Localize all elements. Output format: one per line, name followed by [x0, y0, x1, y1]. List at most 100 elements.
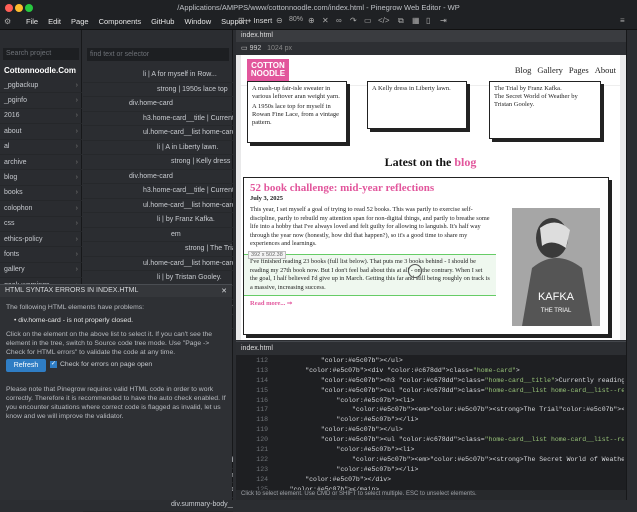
post-excerpt-2[interactable]: I've finished reading 23 books (full lis…: [244, 254, 496, 296]
tree-find-input[interactable]: find text or selector: [87, 48, 229, 61]
chevron-right-icon[interactable]: ›: [76, 236, 78, 243]
check-on-open[interactable]: ✓ Check for errors on page open: [50, 361, 152, 368]
zoom-level[interactable]: 80%: [289, 16, 303, 23]
grid-icon[interactable]: ⊞: [238, 16, 245, 25]
code-line[interactable]: "color:#e5c07b"><div "color:#c678dd">cla…: [274, 366, 624, 376]
nav-gallery[interactable]: Gallery: [537, 65, 563, 75]
chevron-right-icon[interactable]: ›: [76, 189, 78, 196]
code-editor[interactable]: index.html 11211311411511611711811912012…: [236, 341, 626, 490]
chevron-right-icon[interactable]: ›: [76, 112, 78, 119]
file-row[interactable]: about›: [0, 124, 82, 139]
code-icon[interactable]: </>: [378, 16, 390, 25]
nav-pages[interactable]: Pages: [569, 65, 589, 75]
chevron-right-icon[interactable]: ›: [76, 159, 78, 166]
tree-node[interactable]: div.home-card: [83, 170, 233, 185]
post-title[interactable]: 52 book challenge: mid-year reflections: [244, 178, 608, 194]
file-row[interactable]: colophon›: [0, 201, 82, 216]
code-line[interactable]: "color:#e5c07b"></ul>: [274, 356, 624, 366]
tree-node[interactable]: ul.home-card__list home-card_: [83, 126, 233, 141]
preview-icon[interactable]: ▭: [364, 16, 372, 25]
menu-components[interactable]: Components: [99, 17, 142, 26]
tree-node[interactable]: li | A for myself in Row...: [83, 68, 233, 83]
chevron-right-icon[interactable]: ›: [76, 174, 78, 181]
error-item[interactable]: • div.home-card - is not properly closed…: [0, 316, 232, 325]
file-row[interactable]: css›: [0, 217, 82, 232]
menu-file[interactable]: File: [26, 17, 38, 26]
file-row[interactable]: _pginfo›: [0, 93, 82, 108]
chevron-right-icon[interactable]: ›: [76, 266, 78, 273]
link-icon[interactable]: ∞: [336, 16, 342, 25]
file-row[interactable]: _pgbackup›: [0, 78, 82, 93]
chevron-right-icon[interactable]: ›: [76, 82, 78, 89]
file-row[interactable]: ethics-policy›: [0, 232, 82, 247]
code-line[interactable]: "color:#e5c07b"><em>"color:#e5c07b"><str…: [274, 455, 624, 465]
project-name[interactable]: Cottonnoodle.Com: [4, 66, 76, 75]
tree-node[interactable]: strong | 1950s lace top: [83, 83, 233, 98]
layout-icon[interactable]: ▦: [412, 16, 420, 25]
dialog-close-icon[interactable]: ✕: [221, 287, 227, 295]
tree-node[interactable]: h3.home-card__title | Currently: [83, 184, 233, 199]
nav-blog[interactable]: Blog: [515, 65, 532, 75]
code-line[interactable]: "color:#e5c07b"></li>: [274, 465, 624, 475]
chevron-right-icon[interactable]: ›: [76, 205, 78, 212]
zoom-in-icon[interactable]: ⊕: [308, 16, 315, 25]
tree-node[interactable]: strong | The Trial: [83, 242, 233, 257]
redo-icon[interactable]: ↷: [350, 16, 357, 25]
check-on-open-checkbox[interactable]: ✓: [50, 361, 57, 368]
code-line[interactable]: "color:#e5c07b"><em>"color:#e5c07b"><str…: [274, 405, 624, 415]
preview-tab[interactable]: index.html: [236, 30, 626, 42]
refresh-button[interactable]: Refresh: [6, 359, 46, 372]
tree-node[interactable]: li | by Franz Kafka.: [83, 213, 233, 228]
code-line[interactable]: "color:#e5c07b"></li>: [274, 415, 624, 425]
chevron-right-icon[interactable]: ›: [76, 128, 78, 135]
menu-page[interactable]: Page: [71, 17, 89, 26]
settings-icon[interactable]: ✕: [322, 16, 329, 25]
file-row[interactable]: al›: [0, 140, 82, 155]
home-card-making[interactable]: A mash-up fair-isle sweater in various l…: [247, 81, 347, 143]
book-cover-image[interactable]: KAFKA THE TRIAL: [512, 208, 600, 326]
nav-about[interactable]: About: [595, 65, 616, 75]
file-row[interactable]: gallery›: [0, 263, 82, 278]
code-line[interactable]: "color:#e5c07b"><h3 "color:#c678dd">clas…: [274, 376, 624, 386]
export-icon[interactable]: ⇥: [440, 16, 447, 25]
chevron-right-icon[interactable]: ›: [76, 143, 78, 150]
chevron-right-icon[interactable]: ›: [76, 97, 78, 104]
device-icon[interactable]: ▯: [426, 16, 430, 25]
chevron-right-icon[interactable]: ›: [76, 220, 78, 227]
tree-node[interactable]: strong | Kelly dress: [83, 155, 233, 170]
file-row[interactable]: archive›: [0, 155, 82, 170]
menu-edit[interactable]: Edit: [48, 17, 61, 26]
code-line[interactable]: "color:#e5c07b"></div>: [274, 475, 624, 485]
project-search-input[interactable]: Search project: [3, 48, 79, 60]
menu-github[interactable]: GitHub: [151, 17, 174, 26]
file-row[interactable]: blog›: [0, 170, 82, 185]
zoom-out-icon[interactable]: ⊖: [276, 16, 283, 25]
css-icon[interactable]: ⧉: [398, 16, 404, 26]
file-row[interactable]: books›: [0, 186, 82, 201]
blog-post-card[interactable]: 52 book challenge: mid-year reflections …: [243, 177, 609, 335]
code-line[interactable]: "color:#e5c07b"><li>: [274, 396, 624, 406]
website-canvas[interactable]: COTTON NOODLE Blog Gallery Pages About A…: [241, 55, 620, 340]
tree-node[interactable]: h3.home-card__title | Currently: [83, 112, 233, 127]
editor-tab[interactable]: index.html: [236, 342, 626, 355]
menu-icon[interactable]: ≡: [620, 16, 625, 25]
tree-node[interactable]: ul.home-card__list home-card_: [83, 199, 233, 214]
tree-node[interactable]: li | A in Liberty lawn.: [83, 141, 233, 156]
width-select[interactable]: 992: [250, 45, 262, 52]
home-card-reading[interactable]: The Trial by Franz Kafka. The Secret Wor…: [489, 81, 601, 139]
file-row[interactable]: fonts›: [0, 247, 82, 262]
tree-node[interactable]: div.home-card: [83, 97, 233, 112]
menu-window[interactable]: Window: [184, 17, 211, 26]
code-line[interactable]: "color:#e5c07b"></ul>: [274, 425, 624, 435]
chevron-right-icon[interactable]: ›: [76, 251, 78, 258]
code-line[interactable]: "color:#e5c07b"><ul "color:#c678dd">clas…: [274, 386, 624, 396]
tree-node[interactable]: em: [83, 228, 233, 243]
insert-button[interactable]: + Insert: [247, 16, 272, 25]
home-card-wearing[interactable]: A Kelly dress in Liberty lawn.: [367, 81, 467, 129]
code-line[interactable]: "color:#e5c07b"><ul "color:#c678dd">clas…: [274, 435, 624, 445]
file-row[interactable]: 2016›: [0, 109, 82, 124]
code-line[interactable]: "color:#e5c07b"><li>: [274, 445, 624, 455]
tree-node[interactable]: ul.home-card__list home-card_: [83, 257, 233, 272]
site-logo[interactable]: COTTON NOODLE: [247, 59, 289, 81]
code-lines[interactable]: "color:#e5c07b"></ul> "color:#e5c07b"><d…: [274, 356, 624, 494]
